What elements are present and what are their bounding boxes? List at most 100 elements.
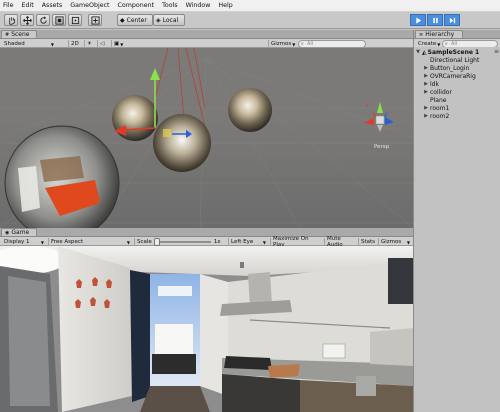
menu-help[interactable]: Help xyxy=(218,2,232,9)
game-controls: Display 1 ▼ Free Aspect ▼ Scale 1x Left … xyxy=(0,236,413,248)
collapsed-arrow-icon[interactable]: ▶ xyxy=(422,89,430,95)
collapsed-arrow-icon[interactable]: ▶ xyxy=(422,81,430,87)
game-tab-label: Game xyxy=(11,229,30,236)
toolbar: ◆ Center ◈ Local xyxy=(0,12,500,29)
2d-label: 2D xyxy=(71,41,79,47)
game-gizmos-label: Gizmos xyxy=(381,239,402,245)
scene-gizmos-label: Gizmos xyxy=(271,41,292,47)
collapsed-arrow-icon[interactable]: ▶ xyxy=(422,65,430,71)
scene-gizmos-dropdown[interactable]: Gizmos ▼ xyxy=(268,40,296,48)
play-button[interactable] xyxy=(410,14,426,26)
move-tool-button[interactable] xyxy=(20,14,34,26)
scale-slider-thumb[interactable] xyxy=(153,238,160,246)
scene-controls: Shaded ▼ 2D ☀ ◁ ▣ ▼ Gizmos ▼ ⌕ All xyxy=(0,39,413,48)
hierarchy-item[interactable]: Directional Light xyxy=(414,56,500,64)
menu-component[interactable]: Component xyxy=(118,2,155,9)
mute-audio-toggle[interactable]: Mute Audio xyxy=(324,236,356,248)
game-view[interactable] xyxy=(0,246,413,412)
shading-mode-label: Shaded xyxy=(4,41,25,47)
chevron-down-icon: ▼ xyxy=(262,239,266,245)
stats-toggle[interactable]: Stats xyxy=(358,238,376,246)
tab-game[interactable]: ◉ Game xyxy=(1,228,37,236)
menu-tools[interactable]: Tools xyxy=(162,2,178,9)
pause-icon xyxy=(432,17,438,23)
step-button[interactable] xyxy=(444,14,460,26)
eye-dropdown[interactable]: Left Eye ▼ xyxy=(228,238,268,246)
display-dropdown[interactable]: Display 1 ▼ xyxy=(2,238,46,246)
hierarchy-item[interactable]: Plane xyxy=(414,96,500,104)
search-icon: ⌕ xyxy=(301,41,304,47)
game-gizmos-dropdown[interactable]: Gizmos ▼ xyxy=(378,238,412,246)
scene-search-placeholder: All xyxy=(307,41,314,47)
chevron-down-icon: ▼ xyxy=(50,41,54,47)
svg-text:y: y xyxy=(366,102,369,108)
transform-icon xyxy=(90,15,100,25)
expanded-arrow-icon[interactable]: ▼ xyxy=(414,49,422,55)
orientation-gizmo[interactable]: y xyxy=(364,102,394,132)
pivot-toggle[interactable]: ◆ Center xyxy=(117,14,153,26)
persp-label[interactable]: Persp xyxy=(374,144,389,150)
hierarchy-item[interactable]: ▶ room2 xyxy=(414,112,500,120)
scale-control: Scale 1x xyxy=(134,238,224,246)
menu-file[interactable]: File xyxy=(3,2,14,9)
move-arrows-icon xyxy=(22,15,32,25)
scale-icon xyxy=(54,15,64,25)
menu-edit[interactable]: Edit xyxy=(22,2,34,9)
pause-button[interactable] xyxy=(427,14,443,26)
shading-mode-dropdown[interactable]: Shaded ▼ xyxy=(2,40,56,48)
hierarchy-tab-row: ≡ Hierarchy xyxy=(414,30,500,39)
collapsed-arrow-icon[interactable]: ▶ xyxy=(422,113,430,119)
chevron-down-icon: ▼ xyxy=(437,41,441,47)
local-space-icon: ◈ xyxy=(156,16,161,24)
sphere-collidor[interactable] xyxy=(112,95,158,141)
scene-tab-icon: # xyxy=(5,31,10,38)
scene-tab-row: # Scene xyxy=(0,30,413,39)
scale-slider[interactable] xyxy=(153,238,211,246)
menu-bar: File Edit Assets GameObject Component To… xyxy=(0,0,500,12)
sphere-room-preview[interactable] xyxy=(4,125,120,228)
rect-tool-button[interactable] xyxy=(68,14,82,26)
scene-canvas: y xyxy=(0,48,413,228)
space-toggle[interactable]: ◈ Local xyxy=(153,14,185,26)
effects-dropdown[interactable]: ▣ ▼ xyxy=(111,40,129,48)
hierarchy-item-label: OVRCameraRig xyxy=(430,72,476,80)
hand-tool-button[interactable] xyxy=(4,14,18,26)
hierarchy-item[interactable]: ▶ ldk xyxy=(414,80,500,88)
custom-tool-button[interactable] xyxy=(88,14,102,26)
hierarchy-item-label: collidor xyxy=(430,88,452,96)
chevron-down-icon: ▼ xyxy=(120,41,124,47)
tab-scene[interactable]: # Scene xyxy=(1,30,37,38)
aspect-dropdown[interactable]: Free Aspect ▼ xyxy=(48,238,132,246)
tab-hierarchy[interactable]: ≡ Hierarchy xyxy=(415,30,463,38)
chevron-down-icon: ▼ xyxy=(406,239,410,245)
2d-toggle[interactable]: 2D xyxy=(68,40,82,48)
unity-scene-icon: ◭ xyxy=(422,48,427,56)
hierarchy-item[interactable]: ▶ Button_Login xyxy=(414,64,500,72)
scene-root-label: SampleScene 1 xyxy=(427,48,480,56)
stats-label: Stats xyxy=(361,239,376,245)
sphere-room2[interactable] xyxy=(228,88,272,132)
hierarchy-scene-root[interactable]: ▼ ◭ SampleScene 1 xyxy=(414,48,500,56)
play-icon xyxy=(415,16,421,24)
maximize-on-play-toggle[interactable]: Maximize On Play xyxy=(270,236,322,248)
scene-view[interactable]: y Persp xyxy=(0,48,413,228)
hierarchy-item[interactable]: ▶ OVRCameraRig xyxy=(414,72,500,80)
pivot-icon: ◆ xyxy=(120,16,125,24)
rotate-tool-button[interactable] xyxy=(36,14,50,26)
collapsed-arrow-icon[interactable]: ▶ xyxy=(422,105,430,111)
hierarchy-item[interactable]: ▶ room1 xyxy=(414,104,500,112)
hierarchy-item[interactable]: ▶ collidor xyxy=(414,88,500,96)
hierarchy-item-label: Button_Login xyxy=(430,64,470,72)
menu-gameobject[interactable]: GameObject xyxy=(70,2,109,9)
scene-options-icon[interactable]: ≡ xyxy=(494,48,499,55)
collapsed-arrow-icon[interactable]: ▶ xyxy=(422,73,430,79)
panel-divider[interactable] xyxy=(413,30,414,412)
menu-window[interactable]: Window xyxy=(186,2,211,9)
scale-tool-button[interactable] xyxy=(52,14,66,26)
menu-assets[interactable]: Assets xyxy=(42,2,63,9)
lighting-toggle[interactable]: ☀ xyxy=(84,40,96,48)
scene-search-input[interactable]: ⌕ All xyxy=(298,40,366,48)
sphere-room1[interactable] xyxy=(153,114,211,172)
hierarchy-item-label: ldk xyxy=(430,80,439,88)
audio-toggle[interactable]: ◁ xyxy=(97,40,109,48)
